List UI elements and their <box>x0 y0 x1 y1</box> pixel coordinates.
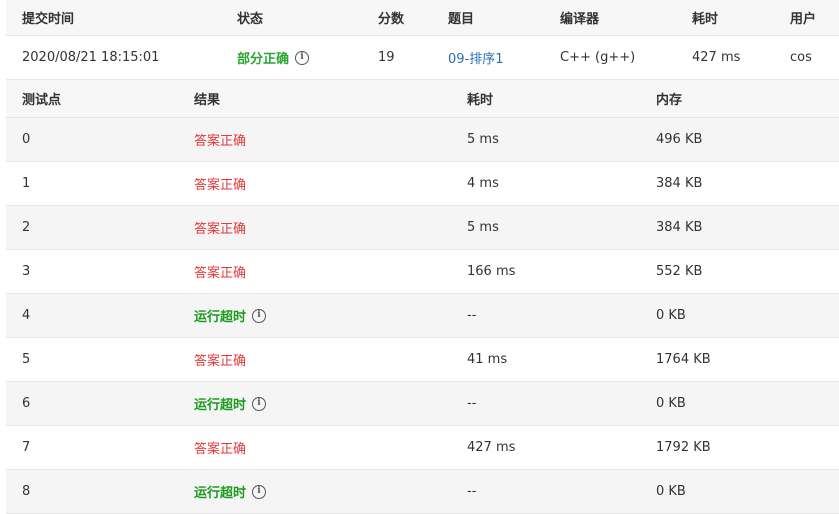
test-memory: 1792 KB <box>656 440 711 455</box>
info-circle-icon[interactable]: i <box>295 50 310 65</box>
test-memory: 1764 KB <box>656 352 711 367</box>
table-row: 3 答案正确 166 ms 552 KB <box>6 250 839 294</box>
submission-compiler: C++ (g++) <box>560 50 636 65</box>
test-result: 答案正确 <box>194 118 246 161</box>
table-row: 8 运行超时 i -- 0 KB <box>6 470 839 514</box>
test-point-id: 6 <box>22 396 31 411</box>
table-row: 7 答案正确 427 ms 1792 KB <box>6 426 839 470</box>
header-user: 用户 <box>790 12 817 27</box>
header-memory: 内存 <box>656 93 683 108</box>
submission-row: 2020/08/21 18:15:01 部分正确 i 19 09-排序1 C++… <box>6 36 839 80</box>
submission-duration: 427 ms <box>692 50 741 65</box>
test-memory: 384 KB <box>656 220 703 235</box>
header-problem: 题目 <box>448 12 475 27</box>
submission-score: 19 <box>378 50 395 65</box>
test-time: -- <box>467 484 477 499</box>
result-accepted-label: 答案正确 <box>194 354 247 369</box>
header-result: 结果 <box>194 93 221 108</box>
test-result: 答案正确 <box>194 250 246 293</box>
cases-header-row: 测试点 结果 耗时 内存 <box>6 80 839 118</box>
submit-time: 2020/08/21 18:15:01 <box>22 50 160 65</box>
test-memory: 0 KB <box>656 484 686 499</box>
info-circle-icon[interactable]: i <box>252 396 267 411</box>
test-result: 答案正确 <box>194 162 246 205</box>
submission-status: 部分正确 i <box>237 36 310 79</box>
result-accepted-label: 答案正确 <box>194 442 247 457</box>
test-memory: 0 KB <box>656 396 686 411</box>
test-result: 运行超时 i <box>194 470 267 513</box>
table-row: 4 运行超时 i -- 0 KB <box>6 294 839 338</box>
status-label: 部分正确 <box>237 52 290 67</box>
header-status: 状态 <box>237 12 264 27</box>
info-circle-icon[interactable]: i <box>252 308 267 323</box>
test-time: 166 ms <box>467 264 516 279</box>
test-point-id: 4 <box>22 308 31 323</box>
test-result: 运行超时 i <box>194 294 267 337</box>
test-result: 运行超时 i <box>194 382 267 425</box>
result-timeout-label: 运行超时 <box>194 310 247 325</box>
header-score: 分数 <box>378 12 405 27</box>
info-circle-icon[interactable]: i <box>252 484 267 499</box>
test-memory: 496 KB <box>656 132 703 147</box>
header-duration: 耗时 <box>692 12 719 27</box>
test-result: 答案正确 <box>194 426 246 469</box>
test-point-id: 1 <box>22 176 31 191</box>
test-result: 答案正确 <box>194 206 246 249</box>
table-row: 5 答案正确 41 ms 1764 KB <box>6 338 839 382</box>
header-submit-time: 提交时间 <box>22 12 75 27</box>
test-time: 4 ms <box>467 176 499 191</box>
test-point-id: 2 <box>22 220 31 235</box>
table-row: 2 答案正确 5 ms 384 KB <box>6 206 839 250</box>
result-accepted-label: 答案正确 <box>194 134 247 149</box>
test-memory: 384 KB <box>656 176 703 191</box>
test-time: 5 ms <box>467 132 499 147</box>
test-memory: 552 KB <box>656 264 703 279</box>
result-timeout-label: 运行超时 <box>194 398 247 413</box>
result-accepted-label: 答案正确 <box>194 266 247 281</box>
test-point-id: 3 <box>22 264 31 279</box>
result-timeout-label: 运行超时 <box>194 486 247 501</box>
table-row: 6 运行超时 i -- 0 KB <box>6 382 839 426</box>
test-time: -- <box>467 396 477 411</box>
header-test-point: 测试点 <box>22 93 62 108</box>
header-compiler: 编译器 <box>560 12 600 27</box>
result-accepted-label: 答案正确 <box>194 178 247 193</box>
submission-user: cos <box>790 50 812 65</box>
test-time: 41 ms <box>467 352 508 367</box>
problem-link[interactable]: 09-排序1 <box>448 48 504 67</box>
submission-detail-page: 提交时间 状态 分数 题目 编译器 耗时 用户 2020/08/21 18:15… <box>6 0 839 514</box>
test-time: 5 ms <box>467 220 499 235</box>
submission-header-row: 提交时间 状态 分数 题目 编译器 耗时 用户 <box>6 0 839 36</box>
table-row: 0 答案正确 5 ms 496 KB <box>6 118 839 162</box>
result-accepted-label: 答案正确 <box>194 222 247 237</box>
test-point-id: 0 <box>22 132 31 147</box>
test-point-id: 7 <box>22 440 31 455</box>
test-point-id: 5 <box>22 352 31 367</box>
table-row: 1 答案正确 4 ms 384 KB <box>6 162 839 206</box>
problem-link-cell: 09-排序1 <box>448 36 504 79</box>
test-result: 答案正确 <box>194 338 246 381</box>
header-case-time: 耗时 <box>467 93 494 108</box>
cases-table-body: 0 答案正确 5 ms 496 KB 1 答案正确 4 ms 384 KB 2 答案正确 5 ms 3… <box>6 118 839 514</box>
test-time: 427 ms <box>467 440 516 455</box>
test-point-id: 8 <box>22 484 31 499</box>
test-memory: 0 KB <box>656 308 686 323</box>
test-time: -- <box>467 308 477 323</box>
